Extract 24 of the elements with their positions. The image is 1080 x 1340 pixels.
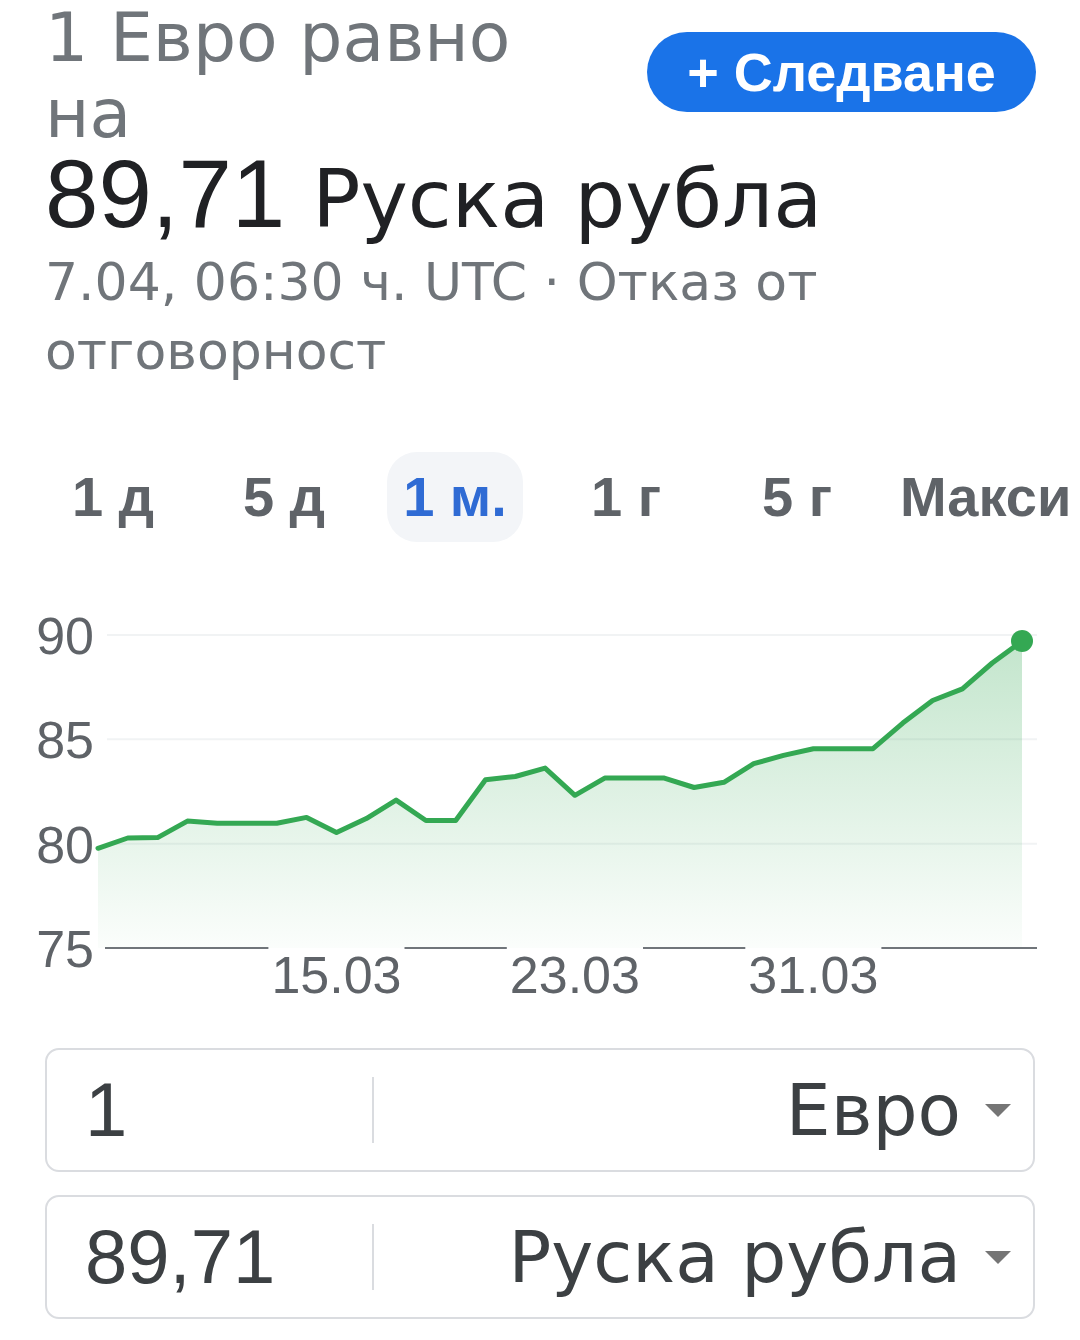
range-tab[interactable]: 1 м. [387,452,523,542]
point-marker-icon [1011,630,1033,653]
range-tab[interactable]: Макси [900,452,1072,542]
caret-icon [985,1103,1011,1117]
x-axis-label: 31.03 [748,946,879,1004]
range-tab[interactable]: 1 г [558,452,694,542]
currency-dropdown[interactable]: Руска рубла [374,1209,1011,1305]
range-tab[interactable]: 5 д [216,452,352,542]
y-axis-label: 75 [36,920,94,978]
x-axis-label: 23.03 [509,946,640,1004]
currency-dropdown[interactable]: Евро [374,1062,1011,1158]
y-axis-label: 80 [36,815,94,874]
follow-button[interactable]: + Следване [647,32,1036,112]
caret-icon [985,1250,1011,1264]
range-tab[interactable]: 1 д [45,452,181,542]
y-axis-label: 85 [36,711,94,770]
y-axis-label: 90 [36,607,94,665]
timestamp-text: 7.04, 06:30 ч. UTC · Отказ от отговорност [45,251,819,383]
amount-field[interactable]: 89,71 [85,1209,372,1305]
conversion-title: 1 Евро равно на [45,0,512,152]
range-tab[interactable]: 5 г [729,452,865,542]
amount-field[interactable]: 1 [85,1062,372,1158]
rate-currency: Руска рубла [312,152,823,248]
x-axis-label: 15.03 [271,946,402,1004]
